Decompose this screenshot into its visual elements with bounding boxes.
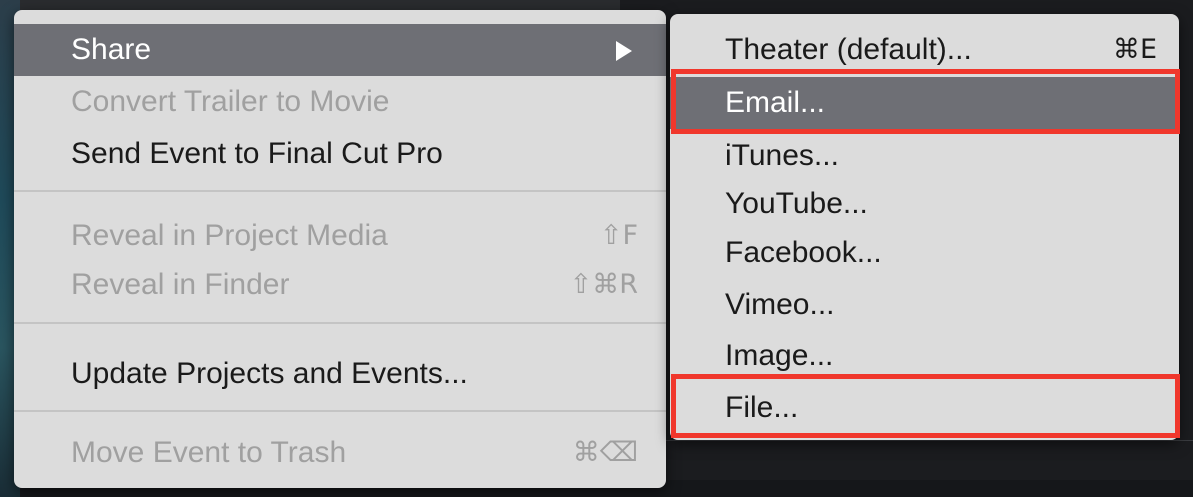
menu-item-label: Update Projects and Events... <box>71 357 468 390</box>
menu-item-label: Reveal in Project Media <box>71 219 388 252</box>
submenu-item-label: YouTube... <box>725 187 868 220</box>
annotation-box-file <box>671 374 1180 438</box>
submenu-item-label: Facebook... <box>725 236 882 269</box>
submenu-item-label: iTunes... <box>725 139 839 172</box>
annotation-box-email <box>671 69 1180 134</box>
menu-separator <box>14 410 666 412</box>
submenu-item-vimeo[interactable]: Vimeo... <box>670 279 1179 331</box>
context-menu: Share Convert Trailer to Movie Send Even… <box>14 10 666 488</box>
submenu-item-facebook[interactable]: Facebook... <box>670 227 1179 279</box>
menu-item-send-to-final-cut[interactable]: Send Event to Final Cut Pro <box>14 128 666 180</box>
menu-item-label: Share <box>71 33 152 66</box>
app-background-divider <box>620 440 1193 441</box>
submenu-item-itunes[interactable]: iTunes... <box>670 130 1179 182</box>
menu-item-shortcut: ⌘⌫ <box>572 437 638 468</box>
menu-item-move-to-trash[interactable]: Move Event to Trash ⌘⌫ <box>14 427 666 479</box>
menu-item-reveal-in-project-media[interactable]: Reveal in Project Media ⇧F <box>14 210 666 262</box>
menu-item-share[interactable]: Share <box>14 24 666 76</box>
menu-item-shortcut: ⇧⌘R <box>569 269 638 300</box>
menu-item-label: Send Event to Final Cut Pro <box>71 137 443 170</box>
menu-item-label: Reveal in Finder <box>71 268 290 301</box>
menu-separator <box>14 190 666 192</box>
menu-item-update-projects[interactable]: Update Projects and Events... <box>14 348 666 400</box>
submenu-item-label: Vimeo... <box>725 288 835 321</box>
submenu-item-youtube[interactable]: YouTube... <box>670 178 1179 230</box>
menu-item-reveal-in-finder[interactable]: Reveal in Finder ⇧⌘R <box>14 259 666 311</box>
menu-item-label: Convert Trailer to Movie <box>71 85 390 118</box>
menu-item-shortcut: ⇧F <box>599 220 638 251</box>
triangle-right-icon <box>616 41 632 61</box>
menu-item-label: Move Event to Trash <box>71 436 347 469</box>
menu-item-convert-trailer[interactable]: Convert Trailer to Movie <box>14 76 666 128</box>
menu-separator <box>14 322 666 324</box>
